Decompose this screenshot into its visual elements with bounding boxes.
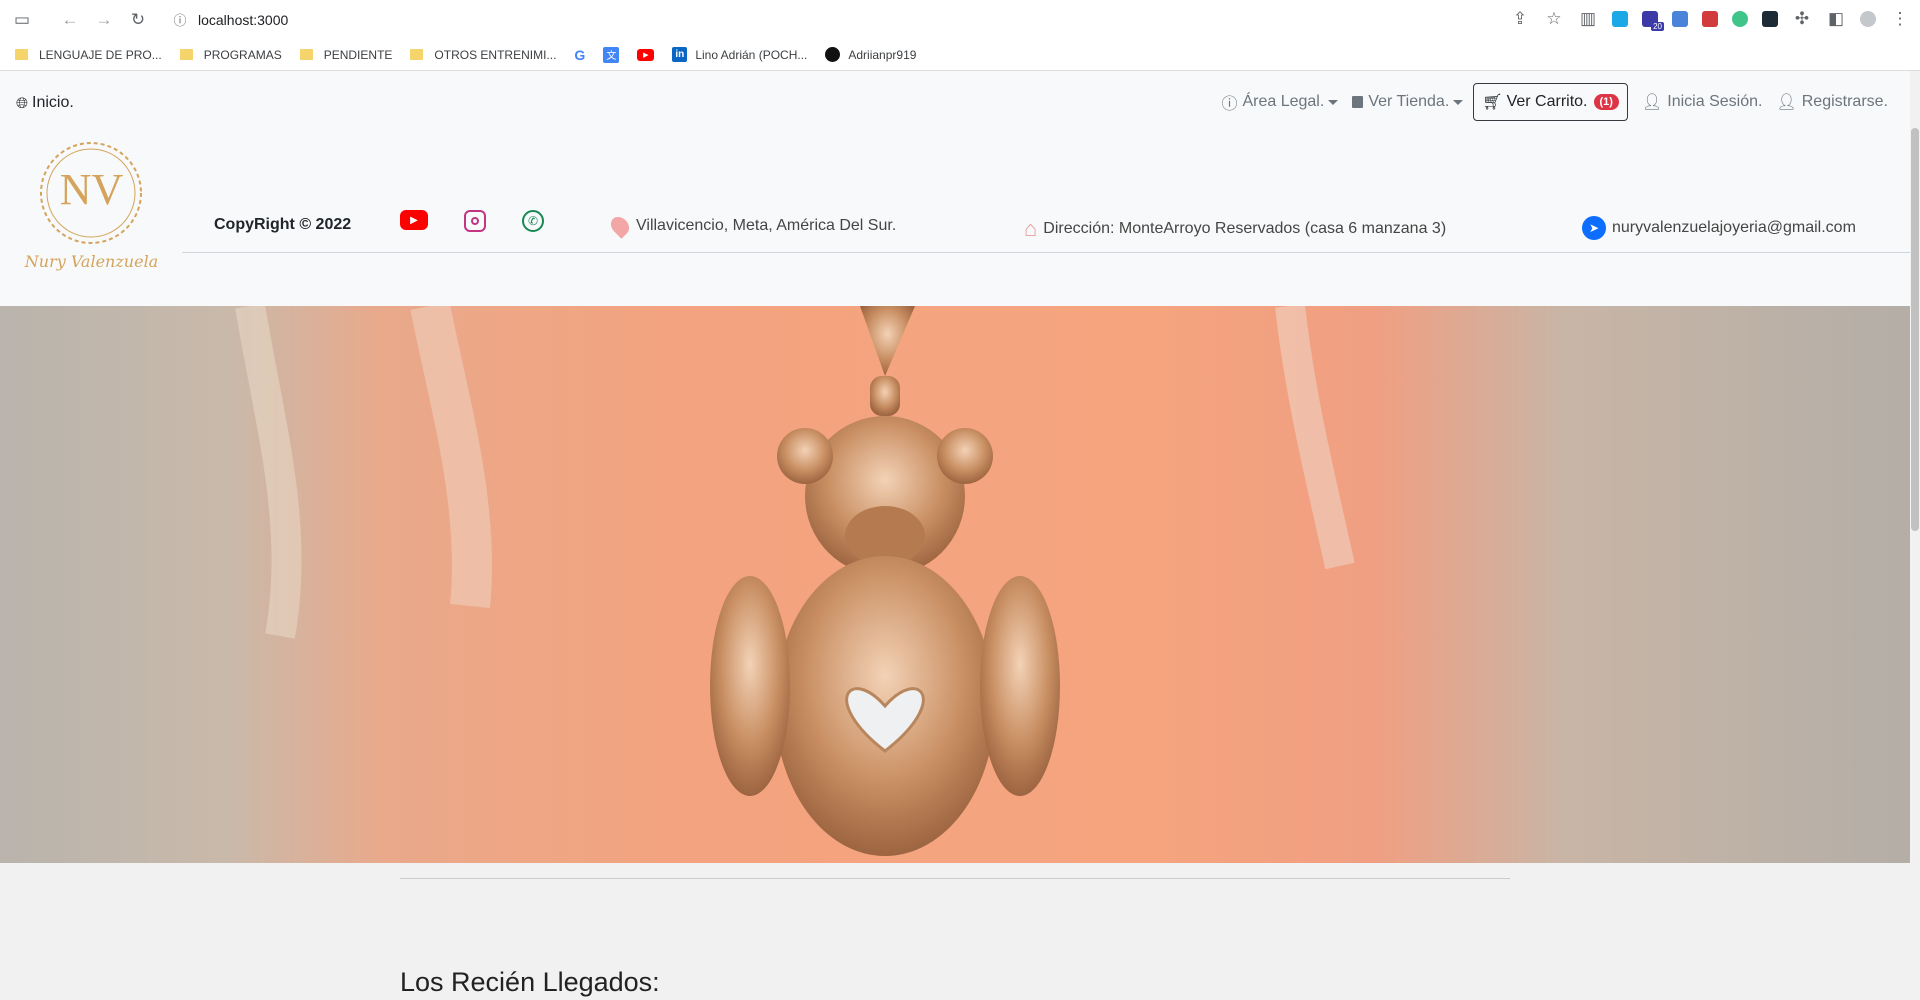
- browser-toolbar-icons: ⇪ ☆ ▥ 20 ✣ ◧ ⋮: [1510, 9, 1910, 31]
- bookmark-folder[interactable]: PENDIENTE: [299, 48, 392, 62]
- browser-address-bar: ▭ ← → ↻ ⓘ localhost:3000 ⇪ ☆ ▥ 20 ✣ ◧ ⋮: [0, 0, 1920, 39]
- linkedin-icon: in: [672, 47, 688, 62]
- extension-icon[interactable]: [1672, 11, 1688, 27]
- bookmark-folder[interactable]: OTROS ENTRENIMI...: [410, 48, 556, 62]
- back-icon[interactable]: ←: [60, 10, 80, 30]
- nav-inicio-link[interactable]: 🌐︎ Inicio.: [16, 94, 74, 112]
- page-scrollbar[interactable]: [1910, 71, 1920, 1000]
- cart-icon: 🛒︎: [1482, 94, 1503, 111]
- folder-icon: [410, 49, 424, 60]
- section-divider: [400, 878, 1510, 879]
- extension-icon[interactable]: [1762, 11, 1778, 27]
- bookmark-folder[interactable]: PROGRAMAS: [179, 48, 282, 62]
- map-pin-icon: [607, 213, 633, 239]
- reload-icon[interactable]: ↻: [128, 10, 148, 30]
- extensions-puzzle-icon[interactable]: ✣: [1792, 9, 1812, 29]
- main-content: Los Recién Llegados:: [0, 863, 1910, 1000]
- extension-icon[interactable]: 20: [1642, 11, 1664, 31]
- extension-icon[interactable]: [1612, 11, 1628, 27]
- logo-text: Nury Valenzuela: [24, 252, 159, 271]
- whatsapp-social-link[interactable]: ✆: [522, 210, 544, 232]
- youtube-icon: ▶: [637, 48, 655, 61]
- sidebar-toggle-icon[interactable]: ▭: [12, 10, 32, 30]
- folder-icon: [179, 49, 193, 60]
- url-field[interactable]: localhost:3000: [198, 12, 288, 28]
- nav-login-link[interactable]: 👤︎ Inicia Sesión.: [1642, 92, 1762, 112]
- bookmark-linkedin[interactable]: in Lino Adrián (POCH...: [672, 47, 807, 62]
- bookmark-github[interactable]: Adriianpr919: [825, 47, 916, 62]
- info-icon: ⓘ: [1221, 96, 1238, 113]
- house-icon: ⌂: [1024, 216, 1038, 241]
- email-link[interactable]: ➤ nuryvalenzuelajoyeria@gmail.com: [1582, 216, 1856, 240]
- view-cart-button[interactable]: 🛒︎ Ver Carrito. (1): [1473, 83, 1628, 121]
- forward-icon[interactable]: →: [94, 10, 114, 30]
- main-navigation: ⓘ Área Legal. Ver Tienda. 🛒︎ Ver Carrito…: [1207, 83, 1888, 121]
- extension-icon[interactable]: [1732, 11, 1748, 27]
- bookmarks-bar: LENGUAJE DE PRO... PROGRAMAS PENDIENTE O…: [0, 39, 1920, 71]
- cart-count-badge: (1): [1593, 94, 1619, 110]
- instagram-social-link[interactable]: [464, 210, 486, 232]
- menu-kebab-icon[interactable]: ⋮: [1890, 9, 1910, 29]
- share-icon[interactable]: ⇪: [1510, 9, 1530, 29]
- nav-area-legal-dropdown[interactable]: ⓘ Área Legal.: [1221, 90, 1339, 114]
- folder-icon: [299, 49, 313, 60]
- user-lock-icon: 👤︎: [1641, 94, 1663, 111]
- contact-info-row: CopyRight © 2022 ▶ ✆ Villavicencio, Meta…: [182, 206, 1910, 253]
- folder-icon: [15, 49, 28, 60]
- youtube-social-link[interactable]: ▶: [400, 210, 428, 230]
- address-text: ⌂ Dirección: MonteArroyo Reservados (cas…: [1024, 216, 1447, 241]
- bookmark-translate[interactable]: 文: [603, 46, 620, 63]
- whatsapp-icon: ✆: [522, 210, 544, 232]
- caret-down-icon: [1328, 99, 1339, 105]
- reading-mode-icon[interactable]: ▥: [1578, 9, 1598, 29]
- bookmark-folder[interactable]: LENGUAJE DE PRO...: [15, 48, 162, 62]
- caret-down-icon: [1453, 99, 1464, 105]
- user-plus-icon: 👤︎: [1776, 94, 1797, 111]
- nav-ver-tienda-dropdown[interactable]: Ver Tienda.: [1352, 93, 1464, 111]
- globe-icon: 🌐︎: [16, 94, 29, 112]
- copyright-text: CopyRight © 2022: [214, 216, 352, 233]
- translate-icon: 文: [603, 46, 620, 63]
- teddy-bear-pendant-image: [235, 306, 1355, 856]
- site-info-icon[interactable]: ⓘ: [170, 10, 190, 30]
- github-icon: [825, 47, 841, 62]
- logo-initials: NV: [59, 165, 124, 214]
- hero-banner-image: [0, 306, 1910, 863]
- extension-icon[interactable]: [1702, 11, 1718, 27]
- bookmark-youtube[interactable]: ▶: [637, 48, 655, 61]
- profile-avatar-icon[interactable]: [1860, 11, 1876, 27]
- site-header: 🌐︎ Inicio. ⓘ Área Legal. Ver Tienda. 🛒︎ …: [0, 71, 1910, 306]
- location-text: Villavicencio, Meta, América Del Sur.: [607, 213, 896, 239]
- youtube-icon: ▶: [400, 210, 428, 230]
- brand-logo[interactable]: NV Nury Valenzuela: [14, 136, 169, 276]
- bookmark-star-icon[interactable]: ☆: [1544, 9, 1564, 29]
- extension-badge: 20: [1651, 22, 1664, 31]
- bookmark-google[interactable]: G: [574, 47, 585, 63]
- nav-register-link[interactable]: 👤︎ Registrarse.: [1776, 92, 1888, 112]
- google-icon: G: [574, 46, 586, 63]
- scrollbar-thumb[interactable]: [1911, 128, 1919, 531]
- new-arrivals-title: Los Recién Llegados:: [400, 967, 660, 997]
- instagram-icon: [464, 210, 486, 232]
- telegram-icon: ➤: [1582, 216, 1606, 240]
- shopping-bag-icon: [1352, 96, 1364, 108]
- side-panel-icon[interactable]: ◧: [1826, 9, 1846, 29]
